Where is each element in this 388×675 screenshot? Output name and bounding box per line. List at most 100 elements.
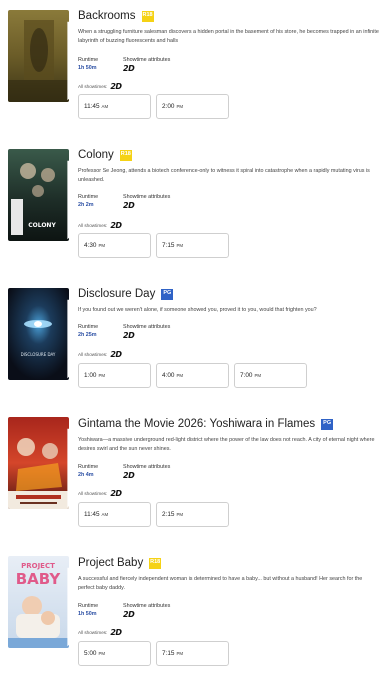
showtime-time: 7:15	[162, 650, 175, 657]
disclosure-day-poster[interactable]: DISCLOSURE DAY	[8, 288, 69, 380]
rating-badge: R18	[149, 557, 162, 569]
showtime-button[interactable]: 7:15 PM	[156, 233, 229, 258]
movie-title[interactable]: Colony	[78, 149, 114, 161]
backrooms-poster-image	[8, 10, 69, 102]
2d-format-icon: 2D	[110, 489, 122, 498]
showtime-ampm: PM	[176, 243, 184, 248]
runtime-value: 1h 50m	[78, 65, 97, 71]
movie-meta: Runtime 2h 2m Showtime attributes 2D	[78, 194, 170, 210]
all-showtimes-label: All showtimes:	[78, 352, 108, 357]
movie-title-row: Project Baby R18	[78, 555, 162, 571]
2d-format-icon: 2D	[123, 64, 135, 73]
showtime-ampm: PM	[98, 651, 106, 656]
runtime-label: Runtime	[78, 57, 99, 63]
movie-title[interactable]: Gintama the Movie 2026: Yoshiwara in Fla…	[78, 418, 315, 430]
showtime-time: 1:00	[84, 372, 97, 379]
movie-title-row: Disclosure Day PG	[78, 286, 174, 302]
showtime-button[interactable]: 4:00 PM	[156, 363, 229, 388]
showtime-time: 7:00	[240, 372, 253, 379]
2d-format-icon: 2D	[110, 82, 122, 91]
runtime-value: 1h 50m	[78, 611, 97, 617]
all-showtimes-label: All showtimes:	[78, 491, 108, 496]
showtime-ampm: PM	[176, 373, 184, 378]
showtime-button[interactable]: 7:00 PM	[234, 363, 307, 388]
runtime-label: Runtime	[78, 464, 99, 470]
movie-meta: Runtime 1h 50m Showtime attributes 2D	[78, 603, 170, 619]
all-showtimes-row: All showtimes: 2D	[78, 82, 122, 91]
disclosure-day-poster-text: DISCLOSURE DAY	[21, 352, 56, 357]
all-showtimes-label: All showtimes:	[78, 84, 108, 89]
showtime-button[interactable]: 7:15 PM	[156, 641, 229, 666]
movie-title[interactable]: Disclosure Day	[78, 288, 155, 300]
2d-format-icon: 2D	[110, 221, 122, 230]
project-baby-poster-text-1: PROJECT	[21, 562, 55, 570]
showtime-ampm: AM	[101, 512, 109, 517]
showtime-button[interactable]: 1:00 PM	[78, 363, 151, 388]
showtime-ampm: PM	[176, 651, 184, 656]
movie-synopsis: Professor Se Jeong, attends a biotech co…	[78, 168, 370, 183]
all-showtimes-row: All showtimes: 2D	[78, 628, 122, 637]
project-baby-poster-text-2: BABY	[16, 570, 62, 588]
gintama-poster[interactable]	[8, 417, 69, 509]
showtime-list: 4:30 PM 7:15 PM	[78, 233, 229, 258]
showtime-button[interactable]: 2:00 PM	[156, 94, 229, 119]
showtime-time: 11:45	[84, 103, 100, 110]
movie-synopsis: A successful and fiercely independent wo…	[78, 576, 363, 591]
colony-poster[interactable]: COLONY	[8, 149, 69, 241]
showtime-button[interactable]: 11:45 AM	[78, 502, 151, 527]
all-showtimes-row: All showtimes: 2D	[78, 350, 122, 359]
showtime-time: 7:15	[162, 242, 175, 249]
movie-title-row: Colony R18	[78, 147, 132, 163]
2d-format-icon: 2D	[110, 350, 122, 359]
2d-format-icon: 2D	[123, 331, 135, 340]
showtime-time: 2:15	[162, 511, 175, 518]
showtime-ampm: PM	[176, 104, 184, 109]
showtime-ampm: PM	[98, 243, 106, 248]
disclosure-day-poster-image: DISCLOSURE DAY	[8, 288, 69, 380]
project-baby-poster[interactable]: PROJECT BABY	[8, 556, 69, 648]
all-showtimes-row: All showtimes: 2D	[78, 489, 122, 498]
bookmark-icon[interactable]	[64, 291, 69, 380]
showtime-button[interactable]: 5:00 PM	[78, 641, 151, 666]
movie-title[interactable]: Backrooms	[78, 10, 136, 22]
all-showtimes-label: All showtimes:	[78, 223, 108, 228]
movie-title-row: Gintama the Movie 2026: Yoshiwara in Fla…	[78, 416, 334, 432]
all-showtimes-label: All showtimes:	[78, 630, 108, 635]
bookmark-icon[interactable]	[64, 13, 69, 102]
showtime-button[interactable]: 2:15 PM	[156, 502, 229, 527]
runtime-value: 2h 25m	[78, 332, 97, 338]
runtime-label: Runtime	[78, 603, 99, 609]
bookmark-icon[interactable]	[64, 152, 69, 241]
gintama-poster-image	[8, 417, 69, 509]
colony-poster-image: COLONY	[8, 149, 69, 241]
showtime-list: 1:00 PM 4:00 PM 7:00 PM	[78, 363, 307, 388]
bookmark-icon[interactable]	[64, 420, 69, 509]
movie-synopsis: When a struggling furniture salesman dis…	[78, 29, 379, 44]
movie-meta: Runtime 2h 25m Showtime attributes 2D	[78, 324, 170, 340]
showtime-list: 11:45 AM 2:00 PM	[78, 94, 229, 119]
movie-synopsis: If you found out we weren't alone, if so…	[78, 307, 317, 313]
showtime-list: 11:45 AM 2:15 PM	[78, 502, 229, 527]
showtime-time: 5:00	[84, 650, 97, 657]
showtime-attributes-label: Showtime attributes	[123, 603, 171, 609]
showtime-attributes-label: Showtime attributes	[123, 324, 171, 330]
showtime-ampm: AM	[101, 104, 109, 109]
movie-meta: Runtime 1h 50m Showtime attributes 2D	[78, 57, 170, 73]
movie-meta: Runtime 2h 4m Showtime attributes 2D	[78, 464, 170, 480]
movie-synopsis: Yoshiwara—a massive underground red-ligh…	[78, 437, 375, 452]
showtime-button[interactable]: 4:30 PM	[78, 233, 151, 258]
movie-title[interactable]: Project Baby	[78, 557, 143, 569]
bookmark-icon[interactable]	[64, 559, 69, 648]
runtime-value: 2h 4m	[78, 472, 94, 478]
rating-badge: R18	[119, 149, 132, 161]
showtime-button[interactable]: 11:45 AM	[78, 94, 151, 119]
project-baby-poster-image: PROJECT BABY	[8, 556, 69, 648]
showtime-attributes-label: Showtime attributes	[123, 57, 171, 63]
showtime-ampm: PM	[98, 373, 106, 378]
backrooms-poster[interactable]	[8, 10, 69, 102]
runtime-value: 2h 2m	[78, 202, 94, 208]
colony-poster-text: COLONY	[28, 222, 56, 229]
movie-title-row: Backrooms R18	[78, 8, 154, 24]
showtime-time: 2:00	[162, 103, 175, 110]
showtime-attributes-label: Showtime attributes	[123, 194, 171, 200]
